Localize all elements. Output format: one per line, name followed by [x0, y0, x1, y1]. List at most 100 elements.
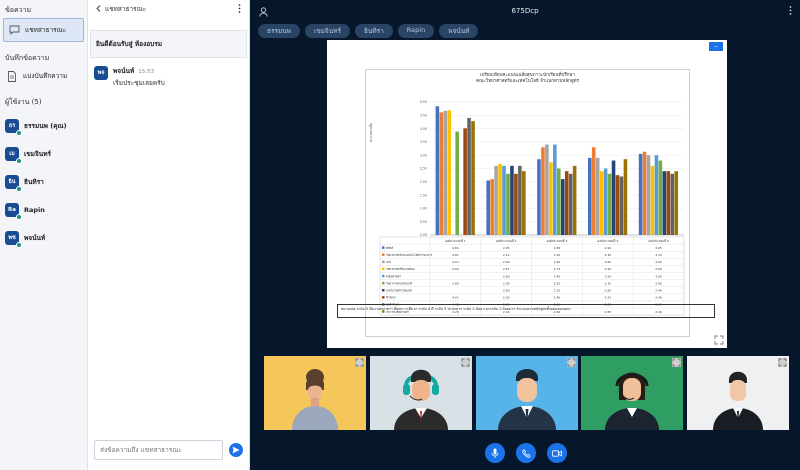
category-label: องค์ประกอบที่ 2: [496, 239, 517, 243]
camera-button[interactable]: [547, 443, 567, 463]
chart-bar: [471, 121, 475, 235]
chart-bar: [611, 160, 616, 235]
participant-tabs: ธรรมนพ เขมจินทร์ ธินทิรา Rapin พจน์นท์: [258, 24, 479, 38]
video-tile[interactable]: [581, 356, 683, 430]
chat-title: แชทสาธารณะ: [105, 5, 147, 13]
category-label: องค์ประกอบที่ 3: [547, 239, 568, 243]
video-tile[interactable]: [370, 356, 472, 430]
chart-bar: [435, 106, 440, 235]
data-label: 4.84: [452, 246, 459, 250]
more-options-icon[interactable]: [789, 6, 792, 18]
tab-participant[interactable]: เขมจินทร์: [304, 24, 350, 38]
video-tile[interactable]: [687, 356, 789, 430]
more-options-icon[interactable]: [238, 3, 241, 15]
chat-message: พจ พจน์นท์ 15:53 เริ่มประชุมเลยครับ: [88, 58, 249, 96]
welcome-message: ยินดีต้อนรับสู่ ห้องอบรม: [90, 30, 247, 58]
presentation-slide: เปรียบเทียบคะแนนเฉลี่ยสุขภาวะนักเรียนที่…: [365, 69, 690, 337]
data-label: 3.30: [554, 253, 561, 257]
status-dot: [16, 130, 22, 136]
status-dot: [16, 186, 22, 192]
chart-bar: [455, 131, 459, 235]
tab-participant[interactable]: Rapin: [397, 24, 435, 38]
user-name: ธรรมนพ (คุณ): [24, 122, 67, 130]
chart-bar: [670, 173, 675, 235]
data-label: 2.90: [604, 246, 611, 250]
category-label: องค์ประกอบที่ 5: [648, 239, 669, 243]
legend-swatch: [382, 267, 385, 271]
chart-bar: [549, 162, 553, 235]
expand-icon[interactable]: [778, 358, 787, 367]
y-tick-label: 0.00: [420, 233, 427, 237]
user-list-item[interactable]: เม เขมจินทร์: [0, 142, 87, 166]
slide-footnote: หมายเหตุ ระดับ 5 มีความหมายว่า มีสุขภาวะ…: [337, 304, 715, 318]
user-list-item[interactable]: ธิน ธินทิรา: [0, 170, 87, 194]
fullscreen-icon[interactable]: [714, 335, 724, 345]
video-tile[interactable]: [264, 356, 366, 430]
data-label: 2.50: [604, 274, 611, 278]
expand-icon[interactable]: [567, 358, 576, 367]
y-tick-label: 1.00: [420, 207, 427, 211]
send-button[interactable]: [229, 443, 243, 457]
chart-bar: [498, 163, 502, 235]
tab-participant[interactable]: พจน์นท์: [439, 24, 479, 38]
chat-input[interactable]: [94, 440, 223, 460]
chart-bar: [490, 179, 494, 235]
category-label: องค์ประกอบที่ 4: [597, 239, 618, 243]
tab-participant[interactable]: ธินทิรา: [354, 24, 393, 38]
legend-swatch: [382, 296, 385, 299]
data-label: 2.30: [503, 281, 510, 285]
expand-icon[interactable]: [461, 358, 470, 367]
legend-swatch: [382, 253, 385, 256]
chart-bar: [510, 165, 514, 235]
message-text: เริ่มประชุมเลยครับ: [113, 79, 165, 87]
chart-bar: [662, 171, 667, 235]
users-heading: ผู้ใช้งาน (5): [5, 98, 42, 106]
data-label: 2.73: [554, 267, 561, 271]
tab-participant[interactable]: ธรรมนพ: [258, 24, 300, 38]
meeting-title: 675Dcp: [511, 7, 539, 15]
chart-bar: [572, 165, 577, 235]
data-label: 2.85: [554, 246, 561, 250]
expand-icon[interactable]: [672, 358, 681, 367]
sidebar-item-public-chat[interactable]: แชทสาธารณะ: [3, 18, 84, 42]
minimize-presentation-button[interactable]: –: [709, 42, 723, 51]
avatar: Ra: [5, 203, 22, 220]
user-list-item[interactable]: Ra Rapin: [0, 198, 87, 222]
chart-bar: [522, 171, 526, 235]
user-list-item[interactable]: ธร ธรรมนพ (คุณ): [0, 114, 87, 138]
microphone-button[interactable]: [485, 443, 505, 463]
chart-bar: [463, 128, 467, 235]
chart-bar: [518, 165, 522, 235]
status-dot: [16, 158, 22, 164]
data-label: 2.60: [503, 260, 510, 264]
video-tile[interactable]: [476, 356, 578, 430]
chat-back-button[interactable]: แชทสาธารณะ: [96, 4, 146, 14]
y-tick-label: 3.00: [420, 153, 427, 157]
chart-bar: [443, 110, 448, 235]
chart-bar: [506, 173, 510, 235]
meeting-main: 675Dcp ธรรมนพ เขมจินทร์ ธินทิรา Rapin พจ…: [250, 0, 800, 470]
data-label: 2.05: [503, 246, 510, 250]
chart-bar: [607, 173, 612, 235]
sidebar-item-shared-notes[interactable]: แบ่งบันทึกความ: [0, 66, 87, 86]
legend-swatch: [382, 289, 385, 292]
message-sender: พจน์นท์: [113, 67, 135, 75]
phone-button[interactable]: [516, 443, 536, 463]
data-label: 2.80: [604, 289, 611, 293]
chart-bar: [545, 144, 549, 235]
data-label: 2.40: [604, 267, 611, 271]
avatar: ธร: [5, 119, 22, 136]
data-label: 2.60: [503, 274, 510, 278]
user-name: Rapin: [24, 206, 45, 214]
data-label: 3.05: [655, 246, 662, 250]
meeting-topbar: 675Dcp: [250, 0, 800, 24]
legend-label: คณิตศาสตร์: [386, 274, 401, 278]
camera-icon: [552, 449, 562, 457]
bar-chart: 0.00 0.50 1.00 1.50 2.00 2.50 3.00 3.50 4.00 4.50…: [379, 100, 685, 316]
user-list-item[interactable]: พช พจน์นท์: [0, 226, 87, 250]
chart-bar: [486, 180, 490, 235]
chart-bar: [642, 151, 647, 235]
chart-bar: [623, 159, 628, 235]
expand-icon[interactable]: [355, 358, 364, 367]
data-label: 2.60: [503, 289, 510, 293]
